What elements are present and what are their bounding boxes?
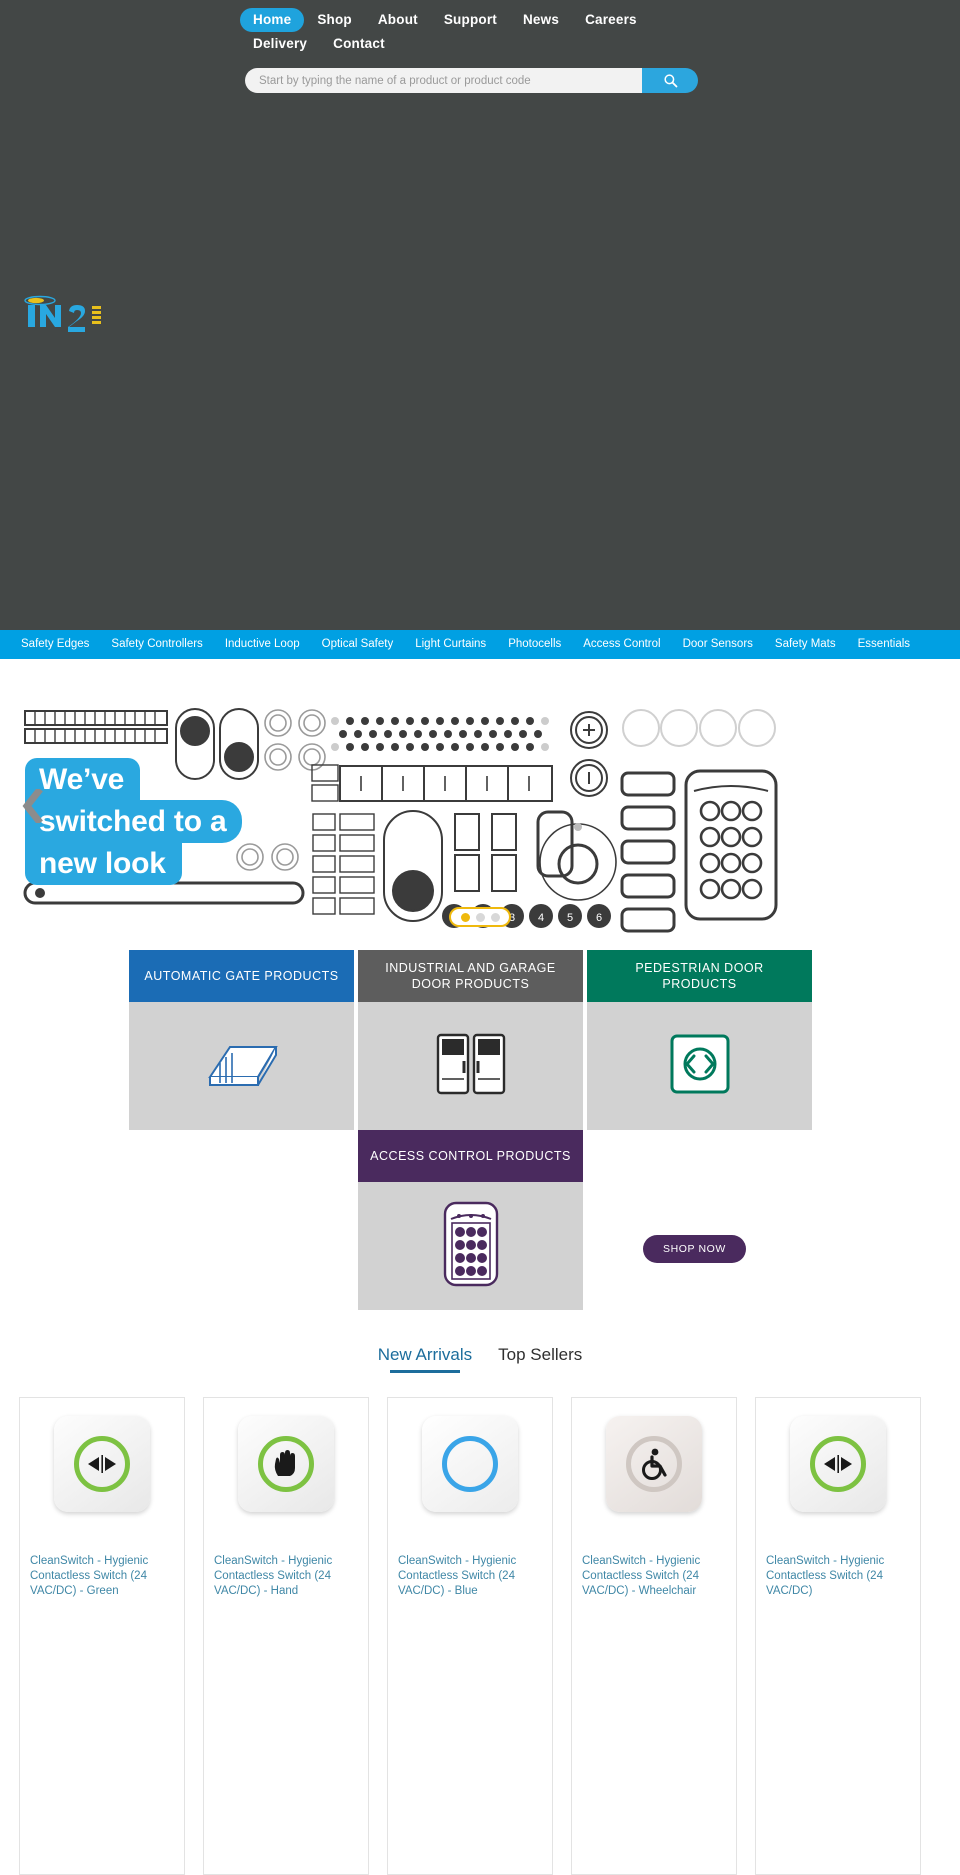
tile-image [358,1002,583,1130]
tile-image [587,1002,812,1130]
hero-headline: We’ve switched to a new look [25,758,243,885]
product-card[interactable]: CleanSwitch - Hygienic Contactless Switc… [571,1397,737,1875]
nav-item-delivery[interactable]: Delivery [240,32,320,56]
tab-top-sellers[interactable]: Top Sellers [498,1345,582,1373]
site-logo[interactable] [20,294,150,332]
product-title[interactable]: CleanSwitch - Hygienic Contactless Switc… [204,1554,368,1599]
product-image [790,1416,886,1512]
product-list: CleanSwitch - Hygienic Contactless Switc… [19,1397,921,1875]
category-light-curtains[interactable]: Light Curtains [404,630,497,659]
nav-item-support[interactable]: Support [431,8,510,32]
hand-icon [274,1450,295,1476]
grey-ring-icon [626,1436,682,1492]
hero-dot-3[interactable] [490,912,500,922]
search-button[interactable] [642,68,698,93]
tile-automatic-gate-products[interactable]: AUTOMATIC GATE PRODUCTS [129,950,354,1130]
tile-title: ACCESS CONTROL PRODUCTS [358,1130,583,1182]
garage-door-icon [434,1031,508,1102]
arrows-icon [824,1455,852,1473]
product-card[interactable]: CleanSwitch - Hygienic Contactless Switc… [755,1397,921,1875]
blue-ring-icon [442,1436,498,1492]
search-input[interactable] [245,68,642,93]
product-image [54,1416,150,1512]
category-access-control[interactable]: Access Control [572,630,671,659]
tile-image [358,1182,583,1310]
hero-line-2: switched to a [25,800,243,843]
category-inductive-loop[interactable]: Inductive Loop [214,630,311,659]
site-header: Home Shop About Support News Careers Del… [0,0,960,630]
hero-dot-2[interactable] [475,912,485,922]
svg-text:6: 6 [596,912,602,924]
product-card[interactable]: CleanSwitch - Hygienic Contactless Switc… [387,1397,553,1875]
nav-item-about[interactable]: About [365,8,431,32]
wheelchair-icon [642,1448,667,1480]
product-title[interactable]: CleanSwitch - Hygienic Contactless Switc… [572,1554,736,1599]
shop-now-button[interactable]: SHOP NOW [643,1235,746,1263]
safety-edge-icon [200,1033,284,1100]
category-photocells[interactable]: Photocells [497,630,572,659]
svg-text:4: 4 [538,912,544,924]
hero-prev-button[interactable] [22,787,44,825]
page-root: Home Shop About Support News Careers Del… [0,0,960,1875]
nav-item-shop[interactable]: Shop [304,8,365,32]
category-optical-safety[interactable]: Optical Safety [311,630,405,659]
category-nav-bar: Safety Edges Safety Controllers Inductiv… [0,630,960,659]
tile-image [129,1002,354,1130]
tile-title: INDUSTRIAL AND GARAGE DOOR PRODUCTS [358,950,583,1002]
product-card[interactable]: CleanSwitch - Hygienic Contactless Switc… [203,1397,369,1875]
product-title[interactable]: CleanSwitch - Hygienic Contactless Switc… [388,1554,552,1599]
category-safety-mats[interactable]: Safety Mats [764,630,847,659]
hero-dot-1[interactable] [460,912,470,922]
category-essentials[interactable]: Essentials [847,630,921,659]
svg-text:5: 5 [567,912,573,924]
tile-industrial-garage-door-products[interactable]: INDUSTRIAL AND GARAGE DOOR PRODUCTS [358,950,583,1130]
main-navigation: Home Shop About Support News Careers Del… [240,8,720,56]
tile-title: AUTOMATIC GATE PRODUCTS [129,950,354,1002]
door-sensor-icon [670,1034,730,1099]
product-image [238,1416,334,1512]
product-title[interactable]: CleanSwitch - Hygienic Contactless Switc… [756,1554,920,1599]
tile-title: PEDESTRIAN DOOR PRODUCTS [587,950,812,1002]
category-safety-edges[interactable]: Safety Edges [10,630,100,659]
category-safety-controllers[interactable]: Safety Controllers [100,630,213,659]
category-tiles: AUTOMATIC GATE PRODUCTS INDUSTRIAL AND G… [0,950,960,1340]
category-door-sensors[interactable]: Door Sensors [672,630,764,659]
green-ring-icon [74,1436,130,1492]
product-card[interactable]: CleanSwitch - Hygienic Contactless Switc… [19,1397,185,1875]
arrows-icon [88,1455,116,1473]
tab-new-arrivals[interactable]: New Arrivals [378,1345,472,1373]
green-ring-icon [810,1436,866,1492]
nav-item-home[interactable]: Home [240,8,305,32]
nav-item-contact[interactable]: Contact [320,32,398,56]
chevron-left-icon [22,787,43,825]
tile-access-control-products[interactable]: ACCESS CONTROL PRODUCTS [358,1130,583,1310]
green-ring-icon [258,1436,314,1492]
product-title[interactable]: CleanSwitch - Hygienic Contactless Switc… [20,1554,184,1599]
hero-slide-dots [449,907,511,927]
tile-pedestrian-door-products[interactable]: PEDESTRIAN DOOR PRODUCTS [587,950,812,1130]
nav-item-careers[interactable]: Careers [572,8,650,32]
search-icon [663,73,678,88]
search-bar [245,68,698,93]
keypad-icon [443,1201,499,1292]
product-image [606,1416,702,1512]
nav-item-news[interactable]: News [510,8,572,32]
product-image [422,1416,518,1512]
hero-line-3: new look [25,842,182,885]
hero-slider: 1 2 3 4 5 6 We’ve switched to a new look [0,659,960,941]
product-tabs: New Arrivals Top Sellers [0,1345,960,1373]
